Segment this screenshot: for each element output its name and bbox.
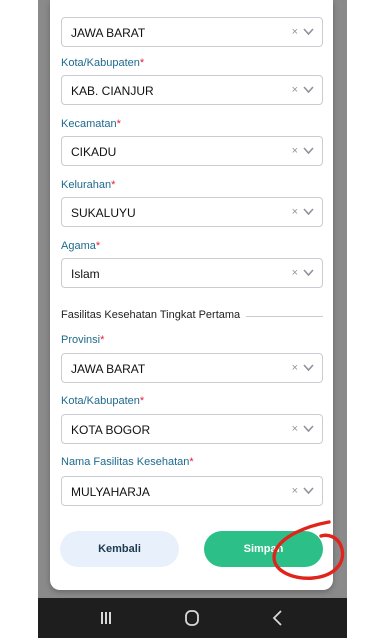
facility-name-select[interactable]: MULYAHARJA × [61, 476, 323, 506]
province-value: JAWA BARAT [71, 26, 146, 40]
district-select[interactable]: CIKADU × [61, 136, 323, 166]
address-form-modal: JAWA BARAT × Kota/Kabupaten* KAB. CIANJU… [50, 0, 333, 590]
faskes-city-label: Kota/Kabupaten* [61, 395, 145, 407]
clear-icon[interactable]: × [292, 362, 298, 374]
clear-icon[interactable]: × [292, 485, 298, 497]
religion-label: Agama* [61, 240, 101, 252]
chevron-down-icon[interactable] [303, 364, 314, 372]
facility-name-label: Nama Fasilitas Kesehatan* [61, 456, 194, 468]
village-label: Kelurahan* [61, 179, 116, 191]
village-select[interactable]: SUKALUYU × [61, 197, 323, 227]
recent-apps-icon[interactable] [76, 598, 136, 638]
clear-icon[interactable]: × [292, 84, 298, 96]
back-button[interactable]: Kembali [60, 531, 179, 567]
faskes-province-label: Provinsi* [61, 334, 105, 346]
clear-icon[interactable]: × [292, 423, 298, 435]
city-label: Kota/Kabupaten* [61, 57, 145, 69]
chevron-down-icon[interactable] [303, 269, 314, 277]
chevron-down-icon[interactable] [303, 28, 314, 36]
chevron-down-icon[interactable] [303, 147, 314, 155]
district-label: Kecamatan* [61, 118, 121, 130]
chevron-down-icon[interactable] [303, 425, 314, 433]
clear-icon[interactable]: × [292, 145, 298, 157]
religion-select[interactable]: Islam × [61, 258, 323, 288]
district-value: CIKADU [71, 145, 117, 159]
faskes-city-select[interactable]: KOTA BOGOR × [61, 414, 323, 444]
phone-screen: JAWA BARAT × Kota/Kabupaten* KAB. CIANJU… [38, 0, 347, 638]
chevron-down-icon[interactable] [303, 487, 314, 495]
city-select[interactable]: KAB. CIANJUR × [61, 75, 323, 105]
clear-icon[interactable]: × [292, 206, 298, 218]
section-divider [246, 316, 323, 317]
village-value: SUKALUYU [71, 206, 136, 220]
faskes-section-title: Fasilitas Kesehatan Tingkat Pertama [61, 309, 241, 321]
chevron-down-icon[interactable] [303, 86, 314, 94]
faskes-city-value: KOTA BOGOR [71, 423, 151, 437]
chevron-down-icon[interactable] [303, 208, 314, 216]
clear-icon[interactable]: × [292, 26, 298, 38]
home-icon[interactable] [162, 598, 222, 638]
province-select[interactable]: JAWA BARAT × [61, 17, 323, 47]
city-value: KAB. CIANJUR [71, 84, 154, 98]
faskes-province-select[interactable]: JAWA BARAT × [61, 353, 323, 383]
religion-value: Islam [71, 267, 100, 281]
save-button[interactable]: Simpan [204, 531, 323, 567]
clear-icon[interactable]: × [292, 267, 298, 279]
facility-name-value: MULYAHARJA [71, 485, 150, 499]
faskes-province-value: JAWA BARAT [71, 362, 146, 376]
system-navigation-bar [38, 598, 347, 638]
back-icon[interactable] [248, 598, 308, 638]
